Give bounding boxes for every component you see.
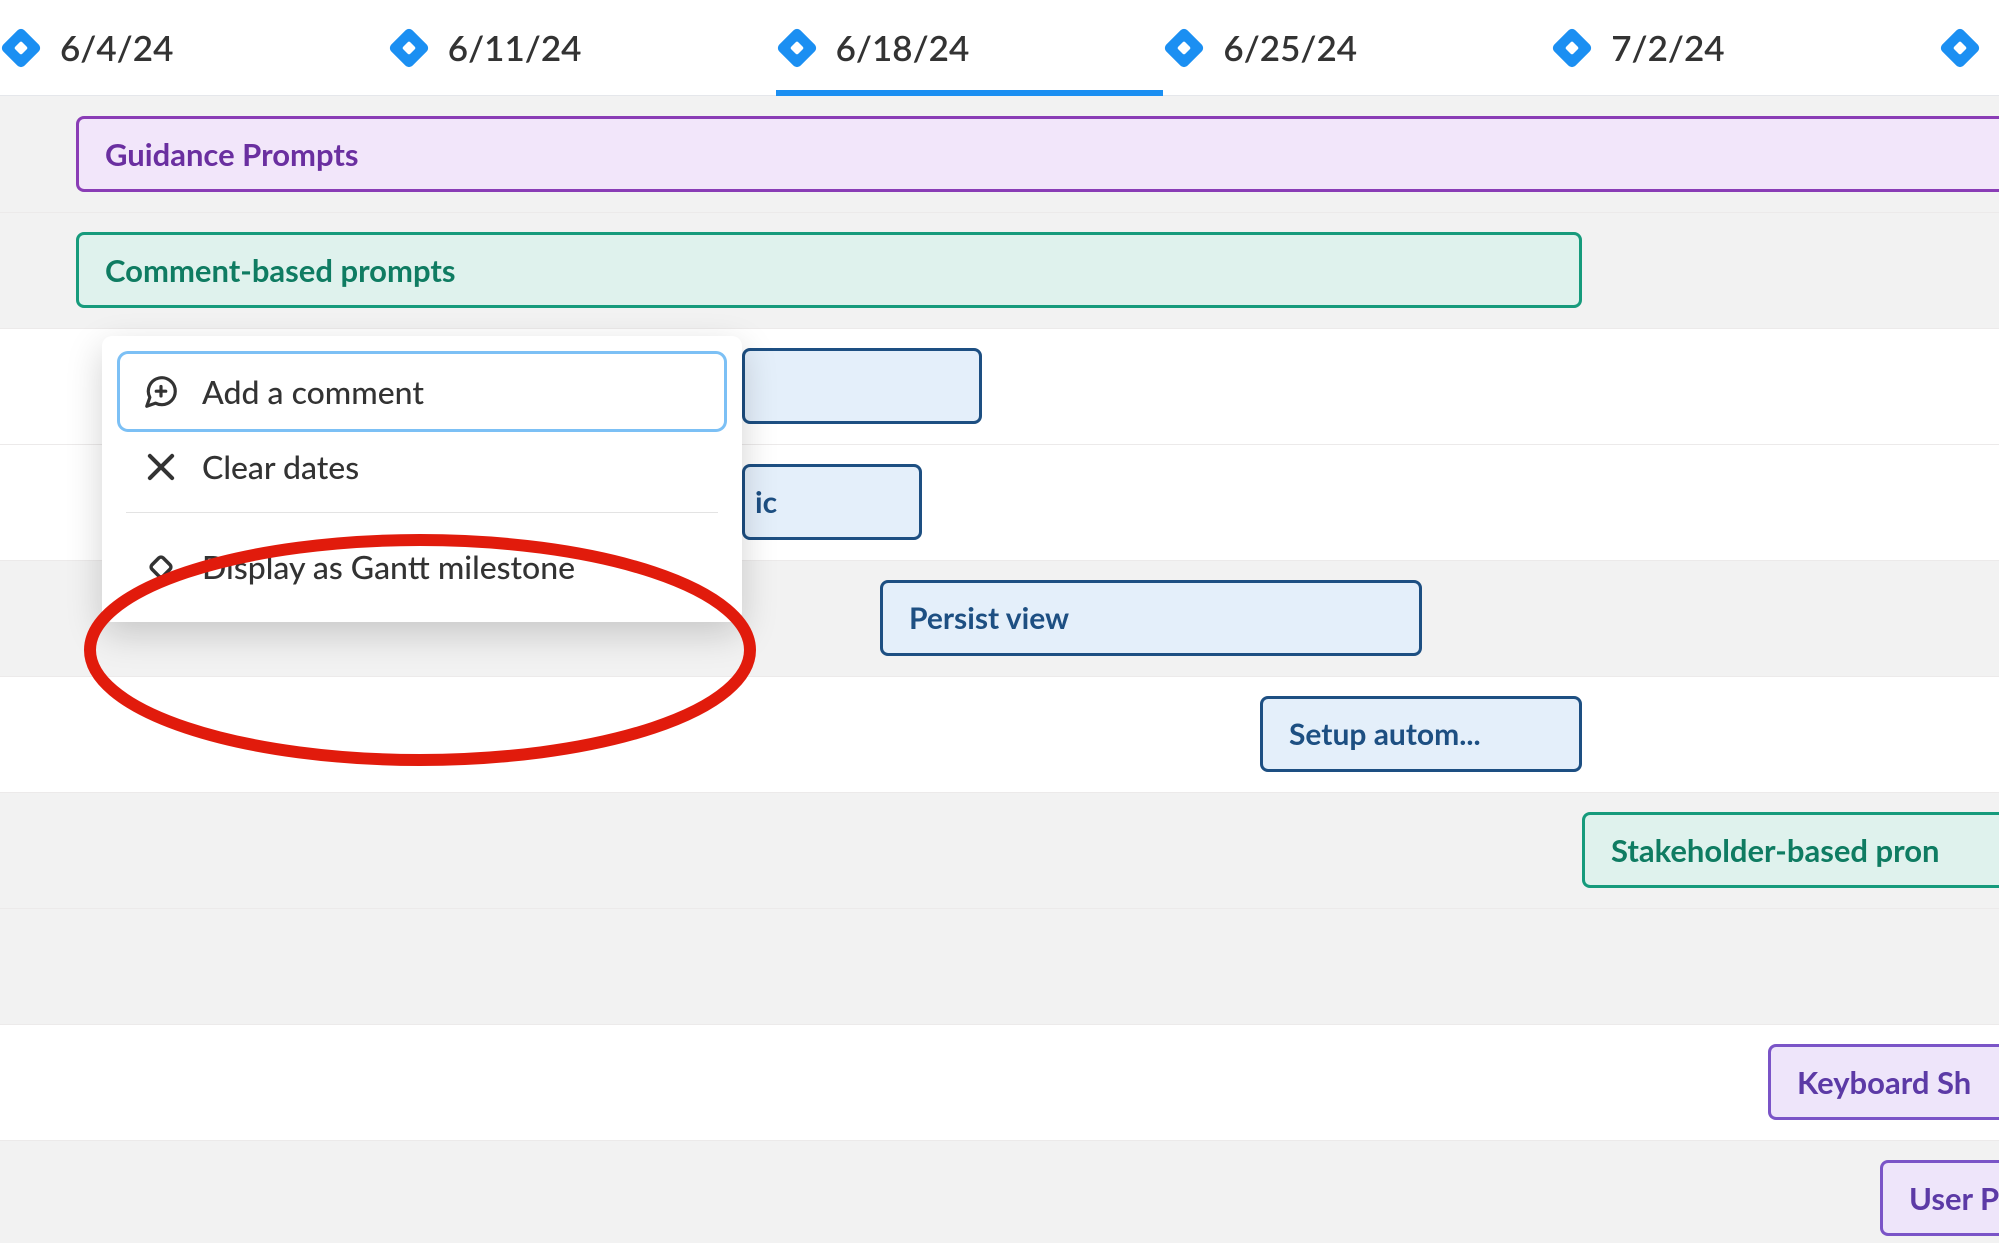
gantt-bar-setup-autom[interactable]: Setup autom... — [1260, 696, 1582, 772]
gantt-bar-guidance-prompts[interactable]: Guidance Prompts — [76, 116, 1999, 192]
gantt-bar-label: User P — [1909, 1179, 1999, 1217]
milestone-icon — [388, 26, 430, 68]
header-date-label: 6/4/24 — [60, 27, 173, 69]
comment-plus-icon — [142, 373, 180, 411]
gantt-bar-label: Guidance Prompts — [105, 135, 359, 173]
header-date-cell[interactable]: 6/11/24 — [388, 0, 776, 95]
context-menu: Add a comment Clear dates Display as Gantt… — [102, 336, 742, 622]
milestone-icon — [1551, 26, 1593, 68]
diamond-outline-icon — [142, 548, 180, 586]
milestone-icon — [1939, 26, 1981, 68]
gantt-bar-persist-view[interactable]: Persist view — [880, 580, 1422, 656]
menu-item-label: Display as Gantt milestone — [202, 547, 575, 586]
menu-item-display-milestone[interactable]: Display as Gantt milestone — [120, 529, 724, 604]
header-date-cell[interactable]: 7/2/24 — [1551, 0, 1939, 95]
header-date-label: 6/18/24 — [836, 27, 970, 69]
gantt-row — [0, 676, 1999, 792]
milestone-icon — [1163, 26, 1205, 68]
gantt-row — [0, 908, 1999, 1024]
gantt-root: Guidance Prompts Comment-based prompts ic P… — [0, 0, 1999, 1243]
gantt-bar-bar-partial-1[interactable] — [742, 348, 982, 424]
menu-item-label: Clear dates — [202, 447, 359, 486]
gantt-bar-label: Persist view — [909, 600, 1069, 636]
header-date-cell[interactable]: 6/18/24 — [776, 0, 1164, 95]
gantt-bar-label: Keyboard Sh — [1797, 1063, 1971, 1101]
gantt-bar-bar-logic[interactable]: ic — [742, 464, 922, 540]
menu-item-label: Add a comment — [202, 372, 424, 411]
timeline-header: 6/4/24 6/11/24 6/18/24 6/25/24 7/2/24 — [0, 0, 1999, 96]
menu-separator — [126, 512, 718, 513]
gantt-bar-label: Stakeholder-based pron — [1611, 831, 1940, 869]
header-date-label: 6/25/24 — [1223, 27, 1357, 69]
gantt-row — [0, 1140, 1999, 1243]
menu-item-clear-dates[interactable]: Clear dates — [120, 429, 724, 504]
gantt-bar-stakeholder-prompts[interactable]: Stakeholder-based pron — [1582, 812, 1999, 888]
gantt-bar-label: Setup autom... — [1289, 716, 1481, 752]
header-date-label: 6/11/24 — [448, 27, 582, 69]
header-date-cell[interactable]: 6/4/24 — [0, 0, 388, 95]
header-date-label: 7/2/24 — [1611, 27, 1724, 69]
gantt-bar-user-p[interactable]: User P — [1880, 1160, 1999, 1236]
gantt-bar-comment-based[interactable]: Comment-based prompts — [76, 232, 1582, 308]
header-date-cell[interactable] — [1939, 0, 1999, 95]
gantt-bar-label: ic — [755, 484, 777, 520]
menu-item-add-comment[interactable]: Add a comment — [120, 354, 724, 429]
milestone-icon — [775, 26, 817, 68]
header-date-cell[interactable]: 6/25/24 — [1163, 0, 1551, 95]
gantt-row — [0, 1024, 1999, 1140]
gantt-bar-keyboard-sh[interactable]: Keyboard Sh — [1768, 1044, 1999, 1120]
close-icon — [142, 448, 180, 486]
gantt-bar-label: Comment-based prompts — [105, 251, 456, 289]
milestone-icon — [0, 26, 42, 68]
